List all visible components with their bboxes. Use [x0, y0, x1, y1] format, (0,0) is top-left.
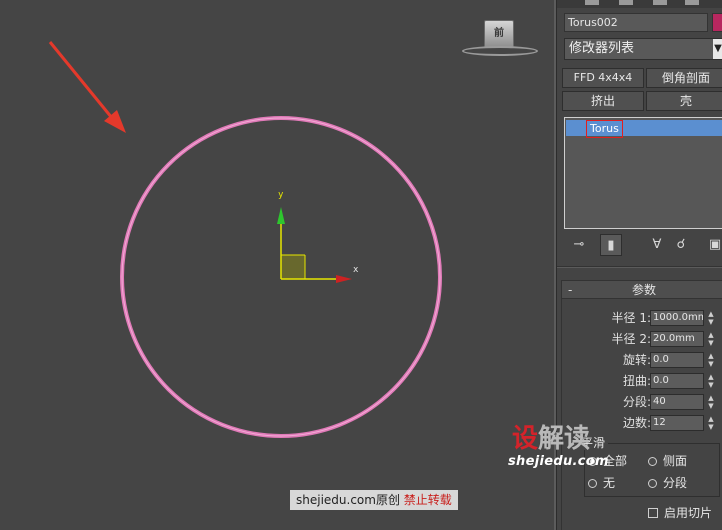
shell-button[interactable]: 壳 — [646, 91, 722, 111]
y-axis-arrow-icon — [277, 207, 285, 224]
smooth-segments-radio[interactable]: 分段 — [648, 475, 687, 491]
stack-toolbar: ⊸ ▮ ∀ ☌ ▣ — [564, 234, 722, 256]
param-radius1: 半径 1: 1000.0mm ▲ ▼ — [562, 309, 722, 327]
param-label: 扭曲: — [622, 374, 651, 388]
viewcube-ring[interactable] — [462, 46, 538, 56]
modifier-list-dropdown[interactable]: 修改器列表 ▼ — [564, 38, 722, 60]
spinner-icon[interactable]: ▲ ▼ — [706, 394, 716, 410]
extrude-button[interactable]: 挤出 — [562, 91, 644, 111]
spinner-icon[interactable]: ▲ ▼ — [706, 415, 716, 431]
panel-separator — [557, 266, 722, 268]
viewcube[interactable]: 前 — [462, 18, 538, 60]
slice-on-checkbox[interactable]: 启用切片 — [648, 505, 712, 521]
sides-input[interactable]: 12 — [650, 415, 704, 431]
watermark-notice: 禁止转载 — [403, 493, 452, 507]
twist-input[interactable]: 0.0 — [650, 373, 704, 389]
param-twist: 扭曲: 0.0 ▲ ▼ — [562, 372, 722, 390]
checkbox-label: 启用切片 — [664, 506, 713, 520]
collapse-icon[interactable]: - — [568, 281, 572, 299]
pin-stack-icon[interactable]: ⊸ — [568, 234, 590, 256]
watermark-caption: shejiedu.com原创 禁止转载 — [290, 490, 458, 510]
radio-icon — [648, 479, 657, 488]
parameters-rollout: - 参数 半径 1: 1000.0mm ▲ ▼ 半径 2: 20.0mm ▲ ▼ 旋… — [561, 280, 722, 530]
brand-url: shejiedu.com — [508, 454, 609, 469]
radio-label: 侧面 — [663, 454, 688, 468]
command-panel-tabs[interactable] — [557, 0, 722, 8]
stack-item-torus[interactable]: Torus — [566, 120, 722, 138]
modifier-list-label: 修改器列表 — [569, 41, 635, 56]
param-label: 半径 2: — [611, 332, 652, 346]
y-axis-label: y — [278, 190, 284, 200]
spinner-icon[interactable]: ▲ ▼ — [706, 331, 716, 347]
radio-label: 分段 — [663, 476, 688, 490]
rotation-input[interactable]: 0.0 — [650, 352, 704, 368]
x-axis-label: x — [353, 265, 359, 275]
tab-motion-icon[interactable] — [653, 0, 667, 5]
tab-modify-icon[interactable] — [585, 0, 599, 5]
radius1-input[interactable]: 1000.0mm — [650, 310, 704, 326]
remove-modifier-icon[interactable]: ☌ — [670, 234, 692, 256]
object-name-field[interactable]: Torus002 — [564, 13, 708, 32]
configure-modifier-sets-icon[interactable]: ▣ — [704, 234, 722, 256]
parameters-rollout-header[interactable]: - 参数 — [562, 281, 722, 299]
object-color-swatch[interactable] — [712, 13, 722, 32]
param-rotation: 旋转: 0.0 ▲ ▼ — [562, 351, 722, 369]
chevron-down-icon[interactable]: ▼ — [713, 39, 722, 59]
brand-logo-text: 设解读 — [512, 424, 591, 454]
viewport-scene — [48, 41, 442, 438]
x-axis-arrow-icon — [336, 275, 352, 283]
tab-hierarchy-icon[interactable] — [619, 0, 633, 5]
radius2-input[interactable]: 20.0mm — [650, 331, 704, 347]
viewcube-face[interactable]: 前 — [484, 20, 514, 48]
tab-display-icon[interactable] — [685, 0, 699, 5]
radio-label: 无 — [603, 476, 616, 490]
segments-input[interactable]: 40 — [650, 394, 704, 410]
checkbox-icon — [648, 508, 658, 518]
make-unique-icon[interactable]: ∀ — [646, 234, 668, 256]
param-label: 半径 1: — [611, 311, 652, 325]
radio-icon — [648, 457, 657, 466]
radio-icon — [588, 479, 597, 488]
spinner-icon[interactable]: ▲ ▼ — [706, 373, 716, 389]
watermark-site: shejiedu.com原创 — [296, 493, 400, 507]
chamfer-profile-button[interactable]: 倒角剖面 — [646, 68, 722, 88]
param-segments: 分段: 40 ▲ ▼ — [562, 393, 722, 411]
brand-watermark: 设解读 shejiedu.com — [508, 424, 628, 474]
stack-item-label: Torus — [586, 120, 623, 138]
ffd-button[interactable]: FFD 4x4x4 — [562, 68, 644, 88]
spinner-icon[interactable]: ▲ ▼ — [706, 310, 716, 326]
modifier-stack[interactable]: Torus — [564, 117, 722, 229]
param-label: 分段: — [622, 395, 651, 409]
rollout-title: 参数 — [632, 283, 657, 297]
smooth-sides-radio[interactable]: 侧面 — [648, 453, 687, 469]
param-radius2: 半径 2: 20.0mm ▲ ▼ — [562, 330, 722, 348]
param-label: 旋转: — [622, 353, 651, 367]
transform-gizmo[interactable] — [277, 207, 352, 283]
smooth-none-radio[interactable]: 无 — [588, 475, 615, 491]
perspective-viewport[interactable]: y x 前 shejiedu.com原创 禁止转载 — [0, 0, 554, 530]
annotation-arrow — [48, 41, 126, 133]
show-end-result-icon[interactable]: ▮ — [600, 234, 622, 256]
spinner-icon[interactable]: ▲ ▼ — [706, 352, 716, 368]
